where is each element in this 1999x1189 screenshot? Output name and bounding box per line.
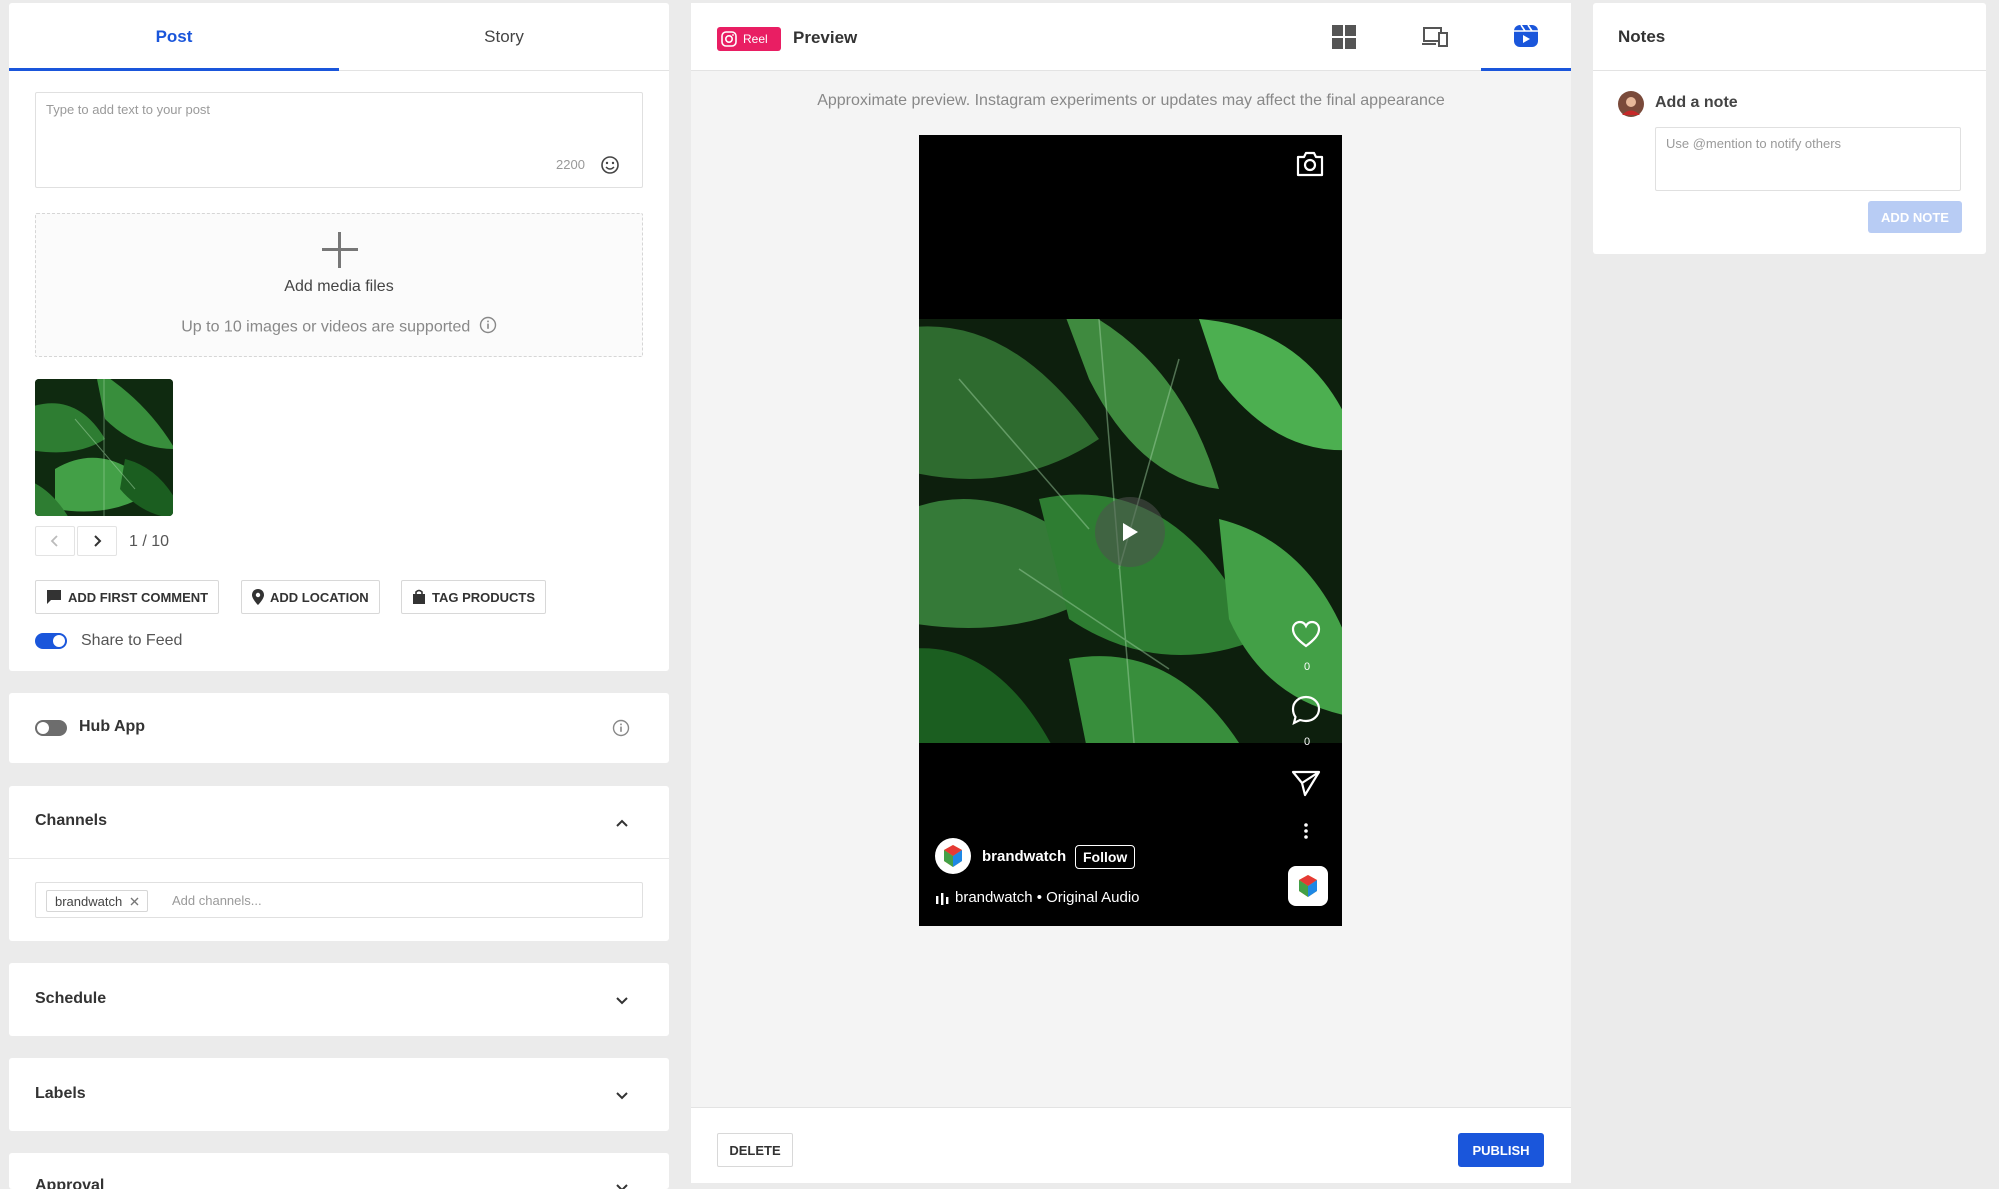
preview-panel: Reel Preview Approximate preview. Instag… bbox=[691, 3, 1571, 1183]
chevron-down-icon[interactable] bbox=[616, 994, 628, 1006]
notes-header: Notes bbox=[1593, 3, 1986, 71]
media-hint-row: Up to 10 images or videos are supported bbox=[36, 316, 642, 339]
schedule-title: Schedule bbox=[35, 990, 107, 1007]
tab-story-label: Story bbox=[484, 27, 524, 46]
preview-title: Preview bbox=[793, 28, 858, 47]
chevron-down-icon[interactable] bbox=[616, 1089, 628, 1101]
add-note-label: Add a note bbox=[1655, 94, 1738, 111]
reel-badge: Reel bbox=[717, 27, 781, 51]
send-icon bbox=[1291, 769, 1321, 802]
post-text-placeholder: Type to add text to your post bbox=[46, 102, 211, 117]
share-to-feed-toggle[interactable] bbox=[35, 633, 67, 649]
avatar bbox=[1618, 91, 1644, 122]
approval-title: Approval bbox=[35, 1177, 105, 1189]
add-media-label: Add media files bbox=[284, 278, 394, 295]
reels-view-icon[interactable] bbox=[1513, 23, 1539, 54]
share-to-feed-label: Share to Feed bbox=[81, 632, 183, 649]
location-pin-icon bbox=[252, 589, 264, 605]
tag-products-button[interactable]: TAG PRODUCTS bbox=[401, 580, 547, 614]
emoji-icon[interactable] bbox=[600, 155, 620, 180]
note-input[interactable]: Use @mention to notify others bbox=[1655, 127, 1961, 191]
reel-video-frame[interactable] bbox=[919, 319, 1342, 743]
channels-divider bbox=[9, 858, 669, 859]
play-icon bbox=[1123, 523, 1138, 541]
plus-icon bbox=[322, 232, 358, 268]
channels-input[interactable]: brandwatch Add channels... bbox=[35, 882, 643, 918]
media-dropzone[interactable]: Add media files Up to 10 images or video… bbox=[35, 213, 643, 357]
audio-bars-icon bbox=[936, 892, 950, 910]
close-icon[interactable] bbox=[130, 897, 139, 906]
avatar bbox=[935, 838, 971, 879]
chevron-left-icon bbox=[50, 535, 58, 547]
play-button[interactable] bbox=[1095, 497, 1165, 567]
add-location-label: ADD LOCATION bbox=[270, 589, 369, 605]
channel-chip: brandwatch bbox=[46, 890, 149, 912]
schedule-panel[interactable]: Schedule bbox=[9, 963, 669, 1036]
channel-chip-label: brandwatch bbox=[55, 893, 123, 909]
preview-footer: DELETE PUBLISH bbox=[691, 1107, 1571, 1183]
post-text-input[interactable]: Type to add text to your post 2200 bbox=[35, 92, 643, 188]
tag-products-label: TAG PRODUCTS bbox=[432, 589, 536, 605]
prev-media-button[interactable] bbox=[35, 526, 75, 556]
channels-panel: Channels brandwatch Add channels... bbox=[9, 786, 669, 941]
reel-preview-phone: 0 0 brandwatch Follow brandwatch • Origi… bbox=[919, 135, 1342, 926]
info-icon[interactable] bbox=[479, 316, 497, 339]
chevron-right-icon bbox=[94, 535, 102, 547]
hub-app-toggle[interactable] bbox=[35, 720, 67, 736]
account-name: brandwatch bbox=[982, 848, 1067, 865]
notes-panel: Notes Add a note Use @mention to notify … bbox=[1593, 3, 1986, 254]
tab-post[interactable]: Post bbox=[9, 3, 339, 71]
comment-bubble-icon bbox=[1291, 695, 1321, 730]
like-count: 0 bbox=[1303, 661, 1311, 673]
devices-icon[interactable] bbox=[1422, 26, 1448, 53]
preview-notice: Approximate preview. Instagram experimen… bbox=[817, 92, 1445, 109]
delete-button[interactable]: DELETE bbox=[717, 1133, 793, 1167]
instagram-icon bbox=[721, 31, 737, 47]
publish-button[interactable]: PUBLISH bbox=[1458, 1133, 1544, 1167]
labels-panel[interactable]: Labels bbox=[9, 1058, 669, 1131]
char-counter: 2200 bbox=[556, 157, 585, 172]
comment-icon bbox=[47, 590, 61, 604]
active-view-indicator bbox=[1481, 68, 1571, 71]
hub-app-label: Hub App bbox=[79, 718, 146, 735]
channels-title: Channels bbox=[35, 812, 108, 829]
active-tab-indicator bbox=[9, 68, 339, 71]
approval-panel[interactable]: Approval bbox=[9, 1153, 669, 1189]
add-location-button[interactable]: ADD LOCATION bbox=[241, 580, 380, 614]
channels-placeholder: Add channels... bbox=[172, 893, 262, 908]
notes-title: Notes bbox=[1618, 27, 1666, 46]
reel-badge-label: Reel bbox=[743, 32, 768, 46]
camera-icon bbox=[1295, 150, 1325, 183]
hub-app-info-icon[interactable] bbox=[612, 719, 630, 742]
composer-panel: Post Story Type to add text to your post… bbox=[9, 3, 669, 671]
publish-label: PUBLISH bbox=[1472, 1142, 1530, 1158]
add-note-button-label: ADD NOTE bbox=[1881, 209, 1949, 225]
audio-avatar bbox=[1288, 866, 1328, 911]
heart-icon bbox=[1291, 620, 1321, 653]
note-placeholder: Use @mention to notify others bbox=[1666, 136, 1842, 151]
chevron-down-icon[interactable] bbox=[616, 1181, 628, 1189]
add-note-button[interactable]: ADD NOTE bbox=[1868, 201, 1962, 233]
audio-label: brandwatch • Original Audio bbox=[955, 889, 1140, 906]
comment-count: 0 bbox=[1303, 736, 1311, 748]
follow-button: Follow bbox=[1075, 845, 1136, 869]
grid-view-icon[interactable] bbox=[1332, 25, 1356, 54]
preview-header: Reel Preview bbox=[691, 3, 1571, 71]
add-first-comment-label: ADD FIRST COMMENT bbox=[68, 589, 209, 605]
delete-label: DELETE bbox=[729, 1142, 781, 1158]
media-thumbnail[interactable] bbox=[35, 379, 173, 516]
tab-story[interactable]: Story bbox=[339, 3, 669, 71]
chevron-up-icon[interactable] bbox=[616, 816, 628, 828]
next-media-button[interactable] bbox=[77, 526, 117, 556]
composer-tabs: Post Story bbox=[9, 3, 669, 71]
labels-title: Labels bbox=[35, 1085, 86, 1102]
media-hint: Up to 10 images or videos are supported bbox=[181, 318, 471, 336]
more-options-icon bbox=[1303, 822, 1309, 845]
shopping-bag-icon bbox=[413, 589, 425, 604]
hub-app-panel: Hub App bbox=[9, 693, 669, 763]
media-pager-text: 1 / 10 bbox=[129, 533, 170, 550]
add-first-comment-button[interactable]: ADD FIRST COMMENT bbox=[35, 580, 220, 614]
tab-post-label: Post bbox=[155, 27, 193, 46]
